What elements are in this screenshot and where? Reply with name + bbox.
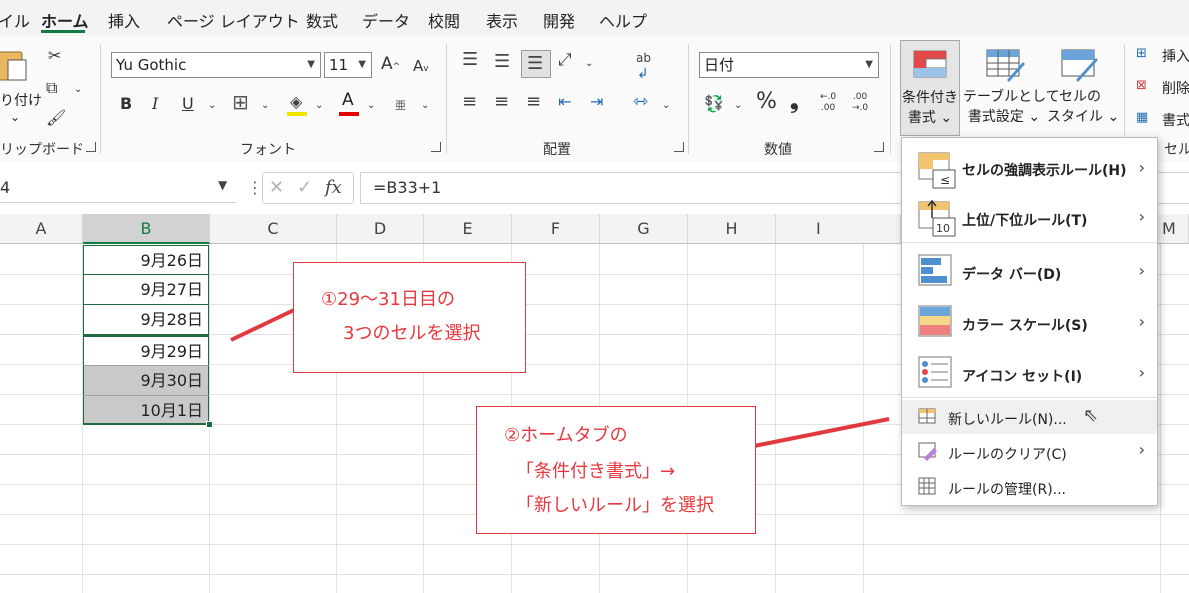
annotation-text: ②ホームタブの — [504, 425, 628, 446]
menu-item-manage-rules[interactable]: ルールの管理(R)... — [902, 471, 1157, 503]
menu-item-clear-rules[interactable]: ルールのクリア(C) › — [902, 436, 1157, 468]
menu-item-icon-sets[interactable]: アイコン セット(I) › — [902, 350, 1157, 396]
color-scales-icon — [918, 305, 952, 337]
chevron-right-icon: › — [1138, 261, 1145, 280]
chevron-right-icon: › — [1138, 312, 1145, 331]
menu-item-new-rule[interactable]: 新しいルール(N)... ⇖ — [902, 400, 1157, 434]
menu-separator — [902, 242, 1157, 243]
menu-item-top-bottom-rules[interactable]: 10 上位/下位ルール(T) › — [902, 194, 1157, 240]
menu-item-label: アイコン セット(I) — [962, 369, 1083, 385]
new-rule-icon — [918, 408, 936, 424]
chevron-right-icon: › — [1138, 207, 1145, 226]
conditional-formatting-menu: ≤ セルの強調表示ルール(H) › 10 上位/下位ルール(T) › データ バ… — [901, 137, 1158, 506]
annotation-connector-1 — [230, 308, 295, 342]
mouse-cursor-icon: ⇖ — [1083, 405, 1099, 426]
menu-item-label: データ バー(D) — [962, 267, 1062, 283]
menu-item-label: ルールの管理(R)... — [948, 482, 1067, 498]
highlight-rules-icon: ≤ — [918, 152, 956, 189]
menu-item-label: 新しいルール(N)... — [948, 412, 1067, 428]
annotation-connector-2 — [753, 417, 890, 448]
svg-text:≤: ≤ — [940, 173, 950, 187]
chevron-right-icon: › — [1138, 440, 1145, 459]
annotation-text: 「新しいルール」を選択 — [516, 495, 714, 516]
chevron-right-icon: › — [1138, 363, 1145, 382]
menu-item-color-scales[interactable]: カラー スケール(S) › — [902, 299, 1157, 345]
annotation-text: 3つのセルを選択 — [343, 323, 481, 344]
annotation-step-2: ②ホームタブの 「条件付き書式」→ 「新しいルール」を選択 — [476, 406, 756, 534]
icon-sets-icon — [918, 356, 952, 388]
clear-rules-icon — [918, 442, 937, 461]
menu-item-label: カラー スケール(S) — [962, 318, 1088, 334]
annotation-step-1: ①29～31日目の 3つのセルを選択 — [293, 262, 526, 373]
svg-text:10: 10 — [936, 222, 950, 235]
manage-rules-icon — [918, 477, 936, 495]
annotation-text: 「条件付き書式」→ — [516, 461, 676, 482]
menu-separator — [902, 397, 1157, 398]
menu-item-label: ルールのクリア(C) — [948, 447, 1067, 463]
menu-item-data-bars[interactable]: データ バー(D) › — [902, 248, 1157, 294]
annotation-text: ①29～31日目の — [321, 289, 455, 310]
data-bars-icon — [918, 254, 952, 286]
menu-item-label: 上位/下位ルール(T) — [962, 213, 1088, 229]
menu-item-highlight-rules[interactable]: ≤ セルの強調表示ルール(H) › — [902, 146, 1157, 192]
top-bottom-rules-icon: 10 — [918, 199, 956, 237]
chevron-right-icon: › — [1138, 158, 1145, 177]
menu-item-label: セルの強調表示ルール(H) — [962, 163, 1127, 179]
